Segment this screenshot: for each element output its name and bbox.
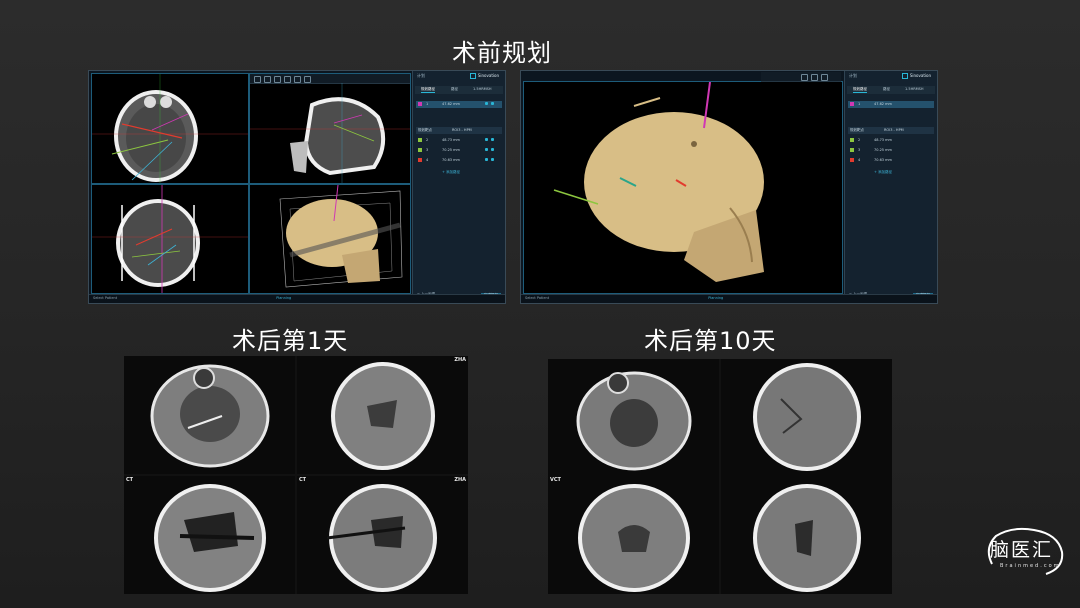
viewport-coronal[interactable]	[91, 184, 249, 294]
ct-axial-skullbase-image	[576, 371, 692, 471]
viewport-3d-large[interactable]	[523, 81, 843, 294]
settings-icon[interactable]	[821, 74, 828, 81]
preop-title: 术前规划	[452, 39, 552, 67]
patient-label: ZHA	[454, 357, 466, 363]
planning-window-3d: 计划 Sinovation 规划路径 路径 1.5HRMSH 1 47.62 m…	[520, 70, 938, 304]
postop-day10-title: 术后第10天	[644, 327, 777, 355]
path-row-1[interactable]: 1 47.62 mm	[416, 101, 502, 108]
ct-slice	[721, 359, 892, 477]
tab-path[interactable]: 路径	[451, 87, 458, 92]
panel-tabs: 规划路径 路径 1.5HRMSH	[847, 86, 935, 94]
axial-ct-image	[92, 74, 248, 183]
viewport-sagittal[interactable]	[249, 73, 411, 184]
lock-icon[interactable]	[491, 148, 494, 151]
planning-side-panel: 计划 Sinovation 规划路径 路径 1.5HRMSH 1 47.62 m…	[844, 71, 937, 303]
layout-icon[interactable]	[801, 74, 808, 81]
lock-icon[interactable]	[491, 102, 494, 105]
ct-slice: VCT	[548, 476, 719, 594]
status-mode: Planning	[276, 296, 292, 300]
eye-icon[interactable]	[485, 102, 488, 105]
color-swatch	[418, 138, 422, 142]
eye-icon[interactable]	[485, 138, 488, 141]
eye-icon[interactable]	[485, 148, 488, 151]
ct-slice: CT ZHA	[297, 476, 468, 594]
modality-label: CT	[299, 477, 307, 483]
brand-label: Sinovation	[470, 73, 499, 79]
ct-axial-upper-image	[753, 363, 861, 471]
ct-slice	[548, 359, 719, 477]
tab-plan-path[interactable]: 规划路径	[853, 87, 867, 93]
ct-slice	[124, 356, 295, 474]
logo-name: 脑医汇	[990, 539, 1054, 561]
planning-window-multiview: 计划 Sinovation 规划路径 路径 1.5HRMSH 1 47.62 m…	[88, 70, 506, 304]
path-row-1[interactable]: 1 47.62 mm	[848, 101, 934, 108]
modality-label: CT	[126, 477, 134, 483]
ct-axial-upper-image	[331, 362, 435, 470]
ct-slice: ZHA	[297, 356, 468, 474]
ct-grid-day1: ZHA CT CT ZHA	[124, 356, 468, 594]
path-row-3[interactable]: 3 70.25 mm	[848, 147, 934, 154]
window-toolbar	[761, 72, 841, 82]
skull-3d-large-render	[553, 81, 764, 282]
color-swatch	[850, 148, 854, 152]
path-row-4[interactable]: 4 70.63 mm	[416, 157, 502, 164]
ct-axial-hematoma-image	[154, 484, 266, 592]
lock-icon[interactable]	[491, 158, 494, 161]
logo-url: Brainmed.com	[1000, 563, 1061, 569]
path-row-4[interactable]: 4 70.63 mm	[848, 157, 934, 164]
rotate-icon[interactable]	[274, 76, 281, 83]
reset-icon[interactable]	[304, 76, 311, 83]
postop-day1-title: 术后第1天	[232, 327, 349, 355]
ct-slice: CT	[124, 476, 295, 594]
status-bar: Select Patient Planning	[89, 294, 505, 303]
pan-icon[interactable]	[264, 76, 271, 83]
target-row[interactable]: 规划靶点 ROI3 - HPM	[416, 127, 502, 134]
skull-3d-render	[279, 184, 403, 288]
color-swatch	[418, 148, 422, 152]
color-swatch	[418, 102, 422, 106]
ct-axial-ventricle-image	[578, 484, 690, 592]
status-mode: Planning	[708, 296, 724, 300]
add-path-link[interactable]: + 添加路径	[848, 169, 934, 176]
select-patient-link[interactable]: Select Patient	[93, 296, 117, 300]
patient-label: ZHA	[454, 477, 466, 483]
path-row-3[interactable]: 3 70.25 mm	[416, 147, 502, 154]
ct-grid-day10: VCT	[548, 359, 892, 594]
zoom-icon[interactable]	[254, 76, 261, 83]
viewport-3d[interactable]	[249, 184, 411, 294]
ct-axial-ventricle-image	[753, 484, 861, 592]
target-row[interactable]: 规划靶点 ROI3 - HPM	[848, 127, 934, 134]
status-bar: Select Patient Planning	[521, 294, 937, 303]
view-icon[interactable]	[811, 74, 818, 81]
panel-tabs: 规划路径 路径 1.5HRMSH	[415, 86, 503, 94]
color-swatch	[850, 158, 854, 162]
sagittal-ct-image	[250, 83, 410, 183]
select-patient-link[interactable]: Select Patient	[525, 296, 549, 300]
ct-slice	[721, 476, 892, 594]
add-path-link[interactable]: + 添加路径	[416, 169, 502, 176]
path-row-2[interactable]: 2 48.73 mm	[848, 137, 934, 144]
color-swatch	[418, 158, 422, 162]
color-swatch	[850, 102, 854, 106]
panel-header: 计划	[849, 73, 857, 78]
modality-label: VCT	[550, 477, 561, 483]
tab-plan-path[interactable]: 规划路径	[421, 87, 435, 93]
path-row-2[interactable]: 2 48.73 mm	[416, 137, 502, 144]
tab-path[interactable]: 路径	[883, 87, 890, 92]
color-swatch	[850, 138, 854, 142]
brand-label: Sinovation	[902, 73, 931, 79]
eye-icon[interactable]	[485, 158, 488, 161]
tab-sequence[interactable]: 1.5HRMSH	[905, 87, 924, 91]
ct-axial-catheter-image	[326, 484, 437, 592]
tab-sequence[interactable]: 1.5HRMSH	[473, 87, 492, 91]
panel-header: 计划	[417, 73, 425, 78]
measure-icon[interactable]	[294, 76, 301, 83]
viewport-axial[interactable]	[91, 73, 249, 184]
lock-icon[interactable]	[491, 138, 494, 141]
planning-side-panel: 计划 Sinovation 规划路径 路径 1.5HRMSH 1 47.62 m…	[412, 71, 505, 303]
ct-axial-skullbase-image	[150, 364, 270, 468]
coronal-ct-image	[92, 185, 248, 293]
window-level-icon[interactable]	[284, 76, 291, 83]
